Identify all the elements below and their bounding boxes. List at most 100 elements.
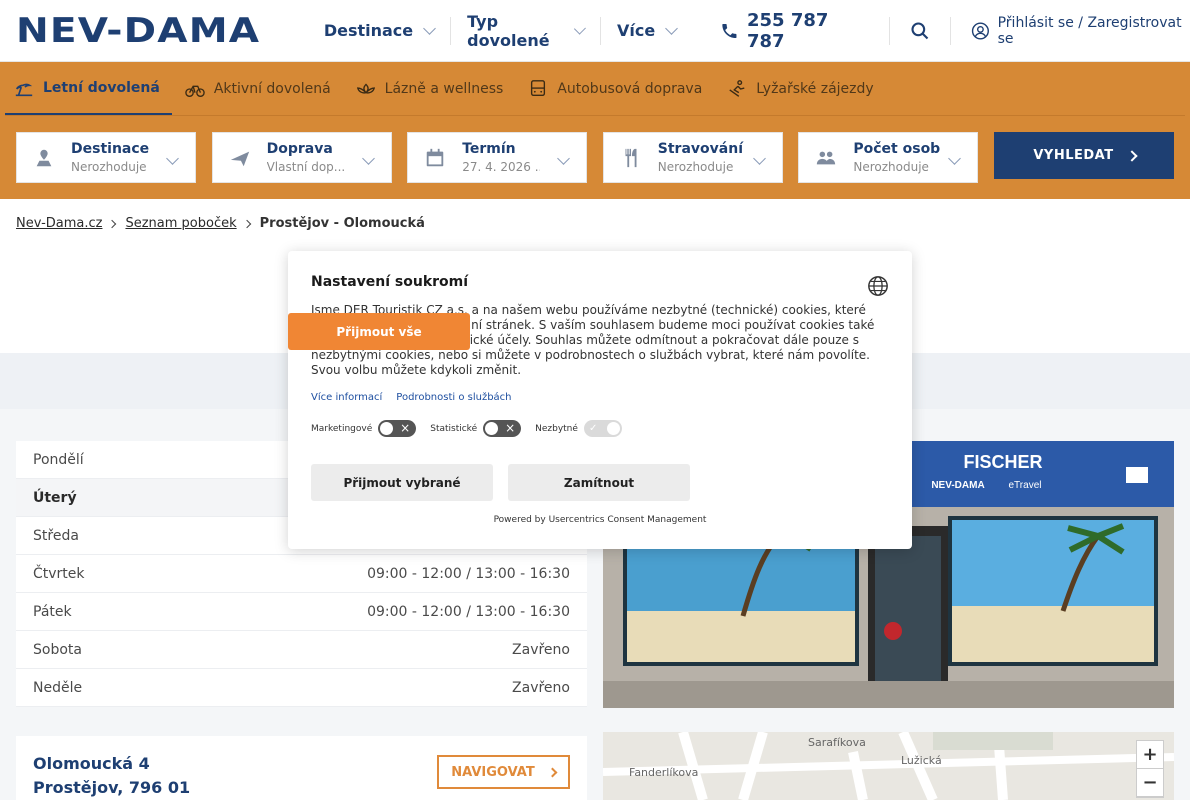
nav-label: Typ dovolené xyxy=(467,11,550,50)
filter-doprava[interactable]: Doprava Vlastní dop... xyxy=(211,132,392,183)
cutlery-icon xyxy=(625,148,637,167)
chevron-down-icon xyxy=(948,152,962,165)
tab-autobusova-doprava[interactable]: Autobusová doprava xyxy=(519,62,714,116)
toggle-statistics: Statistické xyxy=(430,420,522,437)
navigovat-button[interactable]: NAVIGOVAT xyxy=(437,755,570,789)
filter-value: Nerozhoduje xyxy=(657,160,734,174)
hours-row: Čtvrtek 09:00 - 12:00 / 13:00 - 16:30 xyxy=(16,555,587,593)
filter-stravovani[interactable]: Stravování Nerozhoduje xyxy=(602,132,783,183)
marketing-switch[interactable] xyxy=(378,420,417,437)
ski-icon xyxy=(729,80,745,97)
day: Sobota xyxy=(33,641,82,658)
search-icon xyxy=(911,21,929,39)
tab-label: Aktivní dovolená xyxy=(213,81,331,97)
chevron-right-icon xyxy=(242,219,251,228)
map-zoom-control: + − xyxy=(1136,740,1164,798)
filter-value: 27. 4. 2026 ... xyxy=(462,160,541,174)
hours-row: Sobota Zavřeno xyxy=(16,631,587,669)
main-nav: Destinace Typ dovolené Více xyxy=(308,12,692,50)
cookie-consent-dialog: Nastavení soukromí Jsme DER Touristik CZ… xyxy=(288,251,912,549)
people-icon xyxy=(817,151,836,164)
zoom-in-button[interactable]: + xyxy=(1137,741,1163,769)
nav-label: Destinace xyxy=(323,21,414,40)
user-icon xyxy=(971,21,989,40)
accept-all-button[interactable]: Přijmout vše xyxy=(288,313,470,350)
nav-label: Více xyxy=(616,21,656,40)
filter-pocet-osob[interactable]: Počet osob Nerozhoduje xyxy=(798,132,979,183)
reject-button[interactable]: Zamítnout xyxy=(508,464,690,501)
tab-label: Autobusová doprava xyxy=(557,81,703,97)
phone-link[interactable]: 255 787 787 xyxy=(720,10,890,52)
filter-value: Vlastní dop... xyxy=(266,160,345,174)
tab-lazne-wellness[interactable]: Lázně a wellness xyxy=(347,62,516,116)
day: Neděle xyxy=(33,679,83,696)
photo-brand-etravel: eTravel xyxy=(1009,480,1042,491)
chevron-down-icon xyxy=(361,152,375,165)
breadcrumb-current: Prostějov - Olomoucká xyxy=(259,216,425,231)
branch-map[interactable]: Sarafíkova Fanderlíkova Lužická + − xyxy=(603,732,1174,800)
consent-toggles: Marketingové Statistické Nezbytné xyxy=(311,420,889,437)
bus-icon xyxy=(531,80,546,97)
filter-destinace[interactable]: Destinace Nerozhoduje xyxy=(16,132,196,183)
map-street: Lužická xyxy=(901,754,942,767)
filter-title: Termín xyxy=(462,141,516,157)
spa-icon xyxy=(356,83,375,94)
breadcrumb-branches[interactable]: Seznam poboček xyxy=(125,216,236,231)
map-pin-icon xyxy=(36,149,52,166)
service-details-link[interactable]: Podrobnosti o službách xyxy=(396,392,511,403)
nav-destinace[interactable]: Destinace xyxy=(308,16,452,45)
time: Zavřeno xyxy=(512,641,570,658)
powered-by: Powered by Usercentrics Consent Manageme… xyxy=(493,515,707,525)
toggle-label: Statistické xyxy=(430,423,478,434)
breadcrumb-home[interactable]: Nev-Dama.cz xyxy=(16,216,102,231)
branch-address: Olomoucká 4 Prostějov, 796 01 NAVIGOVAT xyxy=(16,736,587,800)
more-info-link[interactable]: Více informací xyxy=(311,392,382,403)
header-search-button[interactable] xyxy=(890,16,951,45)
chevron-down-icon xyxy=(166,152,179,165)
navigovat-label: NAVIGOVAT xyxy=(451,764,535,780)
necessary-switch xyxy=(583,420,622,437)
chevron-right-icon xyxy=(108,219,117,228)
nev-dama-logo[interactable]: NEV-DAMA xyxy=(16,16,326,46)
beach-icon xyxy=(15,83,33,96)
site-header: NEV-DAMA Destinace Typ dovolené Více 255… xyxy=(0,0,1190,62)
vyhledat-button[interactable]: VYHLEDAT xyxy=(994,132,1175,179)
calendar-icon xyxy=(426,148,444,166)
photo-brand-nevdama: NEV-DAMA xyxy=(931,480,984,491)
toggle-marketing: Marketingové xyxy=(311,420,417,437)
phone-icon xyxy=(722,23,737,38)
nav-typ-dovolene[interactable]: Typ dovolené xyxy=(451,12,601,50)
language-globe-icon[interactable] xyxy=(867,275,889,297)
map-street: Sarafíkova xyxy=(808,736,866,749)
day: Pondělí xyxy=(33,451,84,468)
photo-brand-fischer: FISCHER xyxy=(963,452,1042,472)
day: Úterý xyxy=(33,489,77,506)
filter-title: Stravování xyxy=(657,141,743,157)
tab-lyzarske-zajezdy[interactable]: Lyžařské zájezdy xyxy=(718,62,885,116)
tab-label: Lyžařské zájezdy xyxy=(756,81,874,97)
hours-row: Neděle Zavřeno xyxy=(16,669,587,707)
day: Pátek xyxy=(33,603,72,620)
consent-links: Více informací Podrobnosti o službách xyxy=(311,392,889,403)
chevron-down-icon xyxy=(557,152,571,165)
filter-title: Počet osob xyxy=(853,141,941,157)
filter-value: Nerozhoduje xyxy=(853,160,929,174)
toggle-necessary: Nezbytné xyxy=(535,420,622,437)
chevron-down-icon xyxy=(423,21,436,35)
tab-letni-dovolena[interactable]: Letní dovolená xyxy=(5,62,172,116)
zoom-out-button[interactable]: − xyxy=(1137,769,1163,797)
chevron-down-icon xyxy=(665,21,679,35)
chevron-down-icon xyxy=(574,22,587,34)
statistics-switch[interactable] xyxy=(483,420,522,437)
tab-label: Letní dovolená xyxy=(43,79,160,96)
filter-termin[interactable]: Termín 27. 4. 2026 ... xyxy=(407,132,588,183)
time: 09:00 - 12:00 / 13:00 - 16:30 xyxy=(367,565,570,582)
phone-number: 255 787 787 xyxy=(747,9,829,52)
login-label: Přihlásit se / Zaregistrovat se xyxy=(997,14,1182,47)
hours-row: Pátek 09:00 - 12:00 / 13:00 - 16:30 xyxy=(16,593,587,631)
accept-selected-button[interactable]: Přijmout vybrané xyxy=(311,464,493,501)
login-link[interactable]: Přihlásit se / Zaregistrovat se xyxy=(971,15,1190,47)
tab-label: Lázně a wellness xyxy=(384,81,504,97)
nav-vice[interactable]: Více xyxy=(601,17,692,45)
tab-aktivni-dovolena[interactable]: Aktivní dovolená xyxy=(176,62,343,116)
